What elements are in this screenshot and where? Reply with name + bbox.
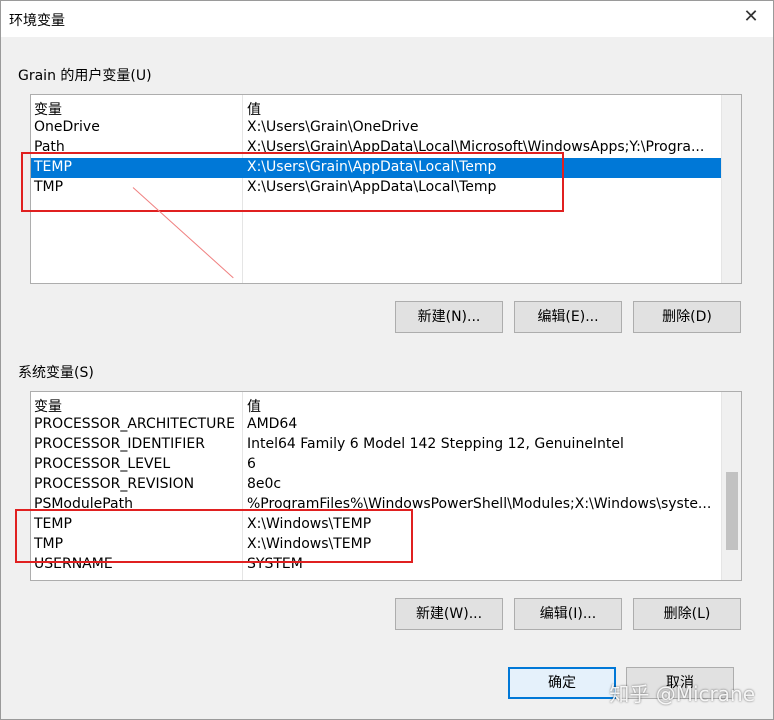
table-row[interactable]: PROCESSOR_LEVEL 6 — [31, 455, 721, 475]
system-delete-button[interactable]: 删除(L) — [633, 598, 741, 630]
table-row[interactable]: PROCESSOR_ARCHITECTURE AMD64 — [31, 415, 721, 435]
title-bar: 环境变量 ✕ — [1, 1, 773, 37]
column-header-name[interactable]: 变量 — [34, 396, 62, 416]
user-vars-group-label: Grain 的用户变量(U) — [18, 68, 152, 84]
var-name: PROCESSOR_REVISION — [34, 476, 195, 492]
system-vars-scrollbar[interactable] — [721, 392, 741, 580]
var-value: X:\Users\Grain\AppData\Local\Temp — [247, 159, 497, 175]
system-vars-group-label: 系统变量(S) — [18, 365, 94, 381]
table-row-selected[interactable]: TEMP X:\Users\Grain\AppData\Local\Temp — [31, 158, 721, 178]
var-name: TMP — [34, 179, 64, 195]
var-name: PROCESSOR_LEVEL — [34, 456, 171, 472]
var-name: Path — [34, 139, 65, 155]
user-new-button[interactable]: 新建(N)... — [395, 301, 503, 333]
var-value: 8e0c — [247, 476, 282, 492]
dialog-title: 环境变量 — [9, 13, 65, 29]
system-edit-button[interactable]: 编辑(I)... — [514, 598, 622, 630]
table-row[interactable]: TMP X:\Windows\TEMP — [31, 535, 721, 555]
list-header: 变量 值 — [31, 395, 721, 415]
table-row[interactable]: USERNAME SYSTEM — [31, 555, 721, 575]
var-name: OneDrive — [34, 119, 100, 135]
var-value: X:\Users\Grain\AppData\Local\Microsoft\W… — [247, 139, 705, 155]
user-edit-button[interactable]: 编辑(E)... — [514, 301, 622, 333]
ok-button[interactable]: 确定 — [508, 667, 616, 699]
table-row[interactable]: PROCESSOR_IDENTIFIER Intel64 Family 6 Mo… — [31, 435, 721, 455]
user-delete-button[interactable]: 删除(D) — [633, 301, 741, 333]
var-value: 6 — [247, 456, 256, 472]
table-row[interactable]: TEMP X:\Windows\TEMP — [31, 515, 721, 535]
table-row[interactable]: Path X:\Users\Grain\AppData\Local\Micros… — [31, 138, 721, 158]
var-name: TEMP — [34, 516, 72, 532]
var-value: SYSTEM — [247, 556, 303, 572]
var-name: PROCESSOR_IDENTIFIER — [34, 436, 205, 452]
var-value: %ProgramFiles%\WindowsPowerShell\Modules… — [247, 496, 712, 512]
var-name: PROCESSOR_ARCHITECTURE — [34, 416, 235, 432]
var-name: USERNAME — [34, 556, 113, 572]
list-header: 变量 值 — [31, 98, 721, 118]
column-header-name[interactable]: 变量 — [34, 99, 62, 119]
var-value: X:\Windows\TEMP — [247, 516, 372, 532]
var-name: TMP — [34, 536, 64, 552]
system-vars-list[interactable]: 变量 值 PROCESSOR_ARCHITECTURE AMD64 PROCES… — [30, 391, 742, 581]
column-header-value[interactable]: 值 — [247, 99, 261, 119]
watermark: 知乎 @Micrane — [609, 682, 755, 706]
var-value: X:\Users\Grain\OneDrive — [247, 119, 419, 135]
var-value: Intel64 Family 6 Model 142 Stepping 12, … — [247, 436, 624, 452]
var-value: X:\Users\Grain\AppData\Local\Temp — [247, 179, 497, 195]
table-row[interactable]: PSModulePath %ProgramFiles%\WindowsPower… — [31, 495, 721, 515]
var-value: X:\Windows\TEMP — [247, 536, 372, 552]
var-name: TEMP — [34, 159, 72, 175]
user-vars-scrollbar[interactable] — [721, 95, 741, 283]
system-new-button[interactable]: 新建(W)... — [395, 598, 503, 630]
var-name: PSModulePath — [34, 496, 133, 512]
close-icon[interactable]: ✕ — [741, 7, 761, 27]
environment-variables-dialog: 环境变量 ✕ Grain 的用户变量(U) 变量 值 OneDrive X:\U… — [0, 0, 774, 720]
column-header-value[interactable]: 值 — [247, 396, 261, 416]
user-vars-list[interactable]: 变量 值 OneDrive X:\Users\Grain\OneDrive Pa… — [30, 94, 742, 284]
table-row[interactable]: PROCESSOR_REVISION 8e0c — [31, 475, 721, 495]
scrollbar-thumb[interactable] — [726, 472, 738, 550]
var-value: AMD64 — [247, 416, 298, 432]
table-row[interactable]: OneDrive X:\Users\Grain\OneDrive — [31, 118, 721, 138]
